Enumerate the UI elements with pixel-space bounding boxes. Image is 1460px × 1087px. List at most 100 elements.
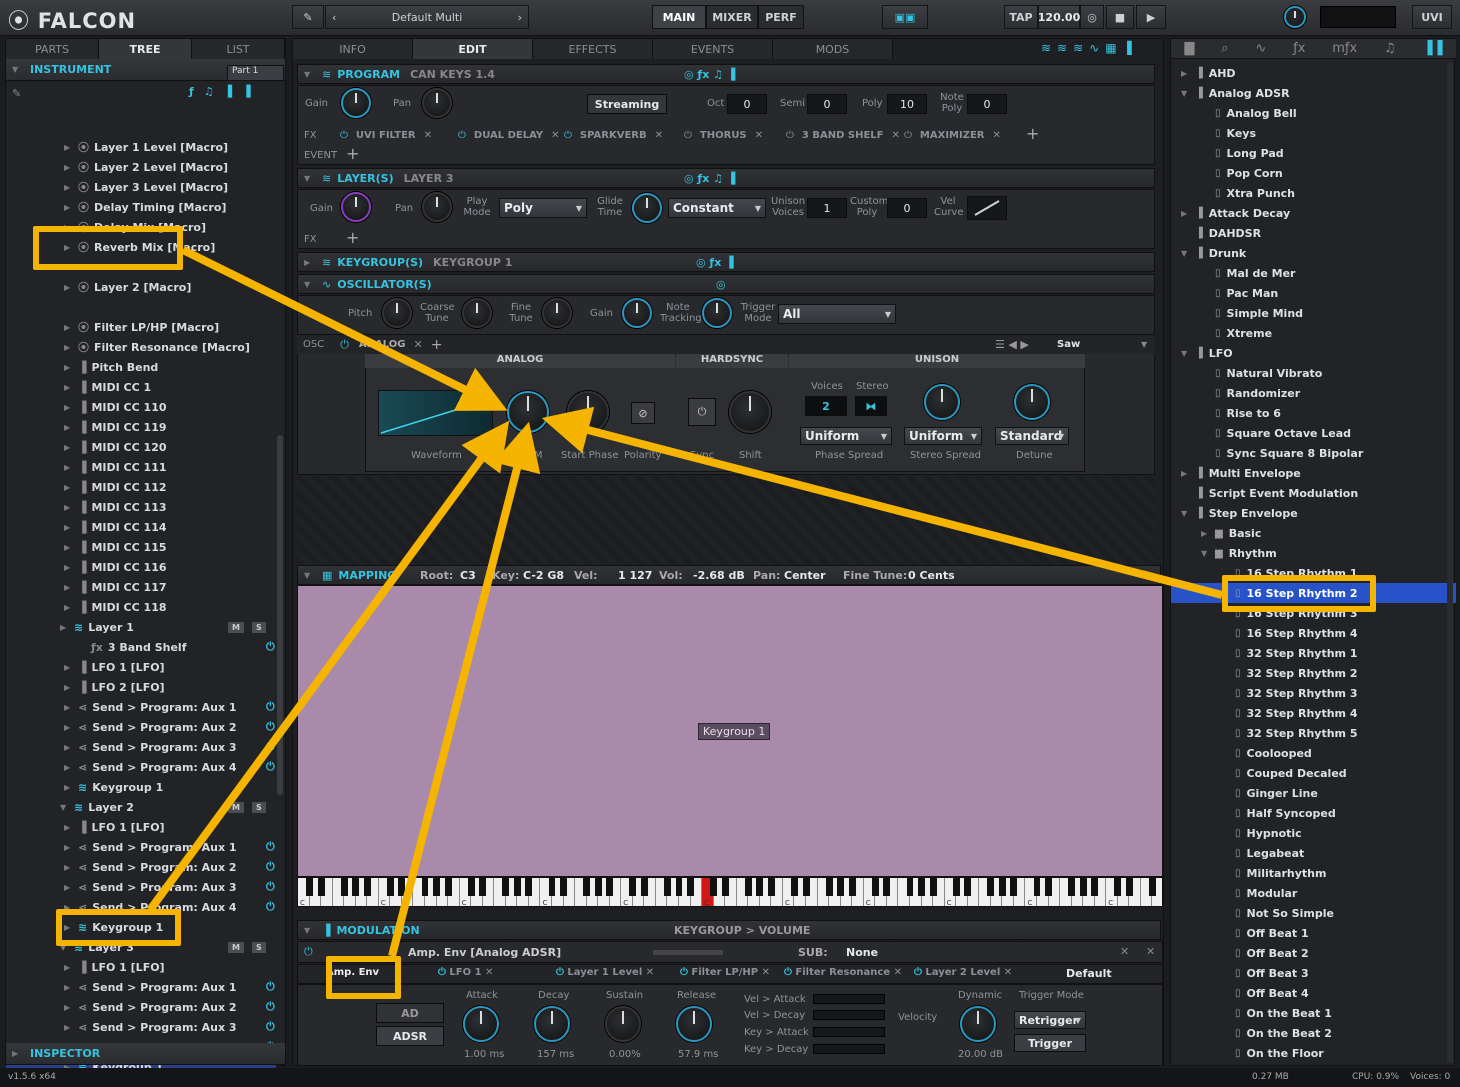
black-key[interactable] [825, 878, 833, 896]
custom-poly-field[interactable]: 0 [887, 198, 927, 218]
power-icon[interactable]: ⏻ [266, 840, 275, 854]
vel-decay-slider[interactable] [813, 1010, 885, 1020]
black-key[interactable] [929, 878, 937, 896]
osc-add-icon[interactable]: + [431, 337, 443, 353]
browser-item[interactable]: ▯ Xtra Punch [1171, 183, 1456, 203]
mod-depth-slider[interactable] [653, 950, 723, 955]
fx-remove-icon[interactable]: ✕ [551, 130, 559, 141]
black-key[interactable] [1125, 878, 1133, 896]
browser-item[interactable]: ▯ Long Pad [1171, 143, 1456, 163]
release-knob[interactable] [676, 1006, 712, 1042]
note-tracking-knob[interactable] [702, 298, 732, 328]
expand-icon[interactable]: ▶ [64, 523, 76, 532]
tree-row[interactable]: ▶ ▐ Pitch Bend [64, 357, 158, 377]
program-gain-knob[interactable] [341, 88, 371, 118]
expand-icon[interactable]: ▶ [64, 543, 76, 552]
fx-remove-icon[interactable]: ✕ [891, 130, 899, 141]
vel-curve-button[interactable] [967, 196, 1007, 220]
osc-preset-dropdown-icon[interactable]: ▼ [1141, 340, 1147, 349]
mod-tab[interactable]: ⏻ Filter Resonance ✕ [784, 967, 902, 978]
browser-item[interactable]: ▯ 16 Step Rhythm 4 [1171, 623, 1456, 643]
trigger-button[interactable]: Trigger [1014, 1034, 1086, 1052]
black-key[interactable] [1045, 878, 1052, 896]
fx-slot[interactable]: ⏻ UVI FILTER ✕ [340, 126, 432, 144]
black-key[interactable] [363, 878, 371, 896]
browser-item[interactable]: ▼ ▆ Rhythm [1171, 543, 1456, 563]
mute-button[interactable]: M [228, 801, 244, 813]
browser-item[interactable]: ▯ 32 Step Rhythm 2 [1171, 663, 1456, 683]
program-pan-knob[interactable] [422, 88, 452, 118]
mod-remove-icon[interactable]: ✕ [1120, 945, 1129, 958]
expand-icon[interactable]: ▶ [64, 143, 76, 152]
vel-value[interactable]: 1 127 [618, 569, 652, 582]
pwm-knob[interactable] [507, 391, 549, 433]
expand-icon[interactable]: ▶ [64, 283, 76, 292]
dynamic-knob[interactable] [960, 1006, 996, 1042]
browser-item[interactable]: ▼ ▐ LFO [1171, 343, 1456, 363]
expand-icon[interactable]: ▶ [64, 483, 76, 492]
black-key[interactable] [548, 878, 556, 896]
tree-row[interactable]: ▶ ⦿ Delay Timing [Macro] [64, 197, 226, 217]
black-key[interactable] [513, 878, 521, 896]
phase-spread-dropdown[interactable]: Uniform [800, 427, 892, 445]
tap-button[interactable]: TAP [1004, 5, 1038, 29]
fx-slot[interactable]: ⏻ THORUS ✕ [684, 126, 763, 144]
expand-icon[interactable]: ▶ [64, 583, 76, 592]
fx-power-icon[interactable]: ⏻ [340, 130, 348, 141]
expand-icon[interactable]: ▶ [64, 983, 76, 992]
browser-item[interactable]: ▯ 32 Step Rhythm 4 [1171, 703, 1456, 723]
expand-icon[interactable]: ▶ [64, 203, 76, 212]
black-key[interactable] [1091, 878, 1099, 896]
black-key[interactable] [710, 878, 718, 896]
decay-knob[interactable] [534, 1006, 570, 1042]
inspector-header[interactable]: ▶ INSPECTOR [6, 1043, 285, 1065]
browser-item[interactable]: ▯ Sync Square 8 Bipolar [1171, 443, 1456, 463]
osc-power-icon[interactable]: ⏻ [340, 338, 349, 352]
master-meter[interactable] [1320, 6, 1396, 28]
vol-value[interactable]: -2.68 dB [693, 569, 745, 582]
mute-button[interactable]: M [228, 621, 244, 633]
dynamic-value[interactable]: 20.00 dB [958, 1049, 1003, 1060]
expand-icon[interactable]: ▼ [1181, 509, 1193, 518]
tree-row[interactable]: ▶ ▐ MIDI CC 118 [64, 597, 167, 617]
metronome-icon[interactable]: ◎ [1080, 5, 1104, 29]
tree-row[interactable]: ▶ ▐ MIDI CC 112 [64, 477, 167, 497]
tree-row[interactable]: ▶ ≋ Keygroup 1 [64, 777, 163, 797]
tree-row[interactable]: ▶ ⋖ Send > Program: Aux 1 ⏻ [64, 837, 275, 857]
expand-icon[interactable]: ▼ [1181, 349, 1193, 358]
expand-icon[interactable]: ▶ [1181, 209, 1193, 218]
tab-mods[interactable]: MODS [773, 39, 893, 59]
browser-item[interactable]: ▯ Simple Mind [1171, 303, 1456, 323]
tree-row[interactable]: ▶ ⋖ Send > Program: Aux 2 ⏻ [64, 857, 275, 877]
expand-icon[interactable]: ▶ [64, 403, 76, 412]
wave-tab-icon[interactable]: ∿ [1255, 41, 1266, 56]
tree-row[interactable]: ▶ ⦿ Filter LP/HP [Macro] [64, 317, 219, 337]
add-event-icon[interactable]: + [346, 144, 359, 163]
expand-icon[interactable]: ▶ [64, 703, 76, 712]
power-icon[interactable]: ⏻ [266, 640, 275, 654]
glide-time-knob[interactable] [632, 193, 662, 223]
black-key[interactable] [467, 878, 475, 896]
browser-item[interactable]: ▯ On the Beat 1 [1171, 1003, 1456, 1023]
mod-tab-power-icon[interactable]: ⏻ [438, 967, 449, 978]
play-mode-dropdown[interactable]: Poly [499, 198, 587, 218]
semi-field[interactable]: 0 [807, 94, 847, 114]
mute-button[interactable]: M [228, 941, 244, 953]
tree-row[interactable]: ▶ ▐ MIDI CC 111 [64, 457, 167, 477]
expand-icon[interactable]: ▼ [60, 803, 72, 812]
tab-effects[interactable]: EFFECTS [533, 39, 653, 59]
browser-item[interactable]: ▯ Off Beat 2 [1171, 943, 1456, 963]
fx-slot[interactable]: ⏻ 3 BAND SHELF ✕ [786, 126, 900, 144]
browser-item[interactable]: ▯ Pop Corn [1171, 163, 1456, 183]
black-key[interactable] [998, 878, 1006, 896]
key-value[interactable]: C-2 G8 [523, 569, 564, 582]
view-mixer[interactable]: MIXER [706, 5, 758, 29]
mod-tab-power-icon[interactable]: ⏻ [784, 967, 795, 978]
fx-slot[interactable]: ⏻ DUAL DELAY ✕ [458, 126, 560, 144]
expand-icon[interactable]: ▶ [64, 383, 76, 392]
multi-selector[interactable]: ‹ Default Multi › [325, 5, 529, 29]
power-icon[interactable]: ⏻ [266, 720, 275, 734]
vel-attack-slider[interactable] [813, 994, 885, 1004]
power-icon[interactable]: ⏻ [266, 740, 275, 754]
browser-item[interactable]: ▶ ▐ Attack Decay [1171, 203, 1456, 223]
